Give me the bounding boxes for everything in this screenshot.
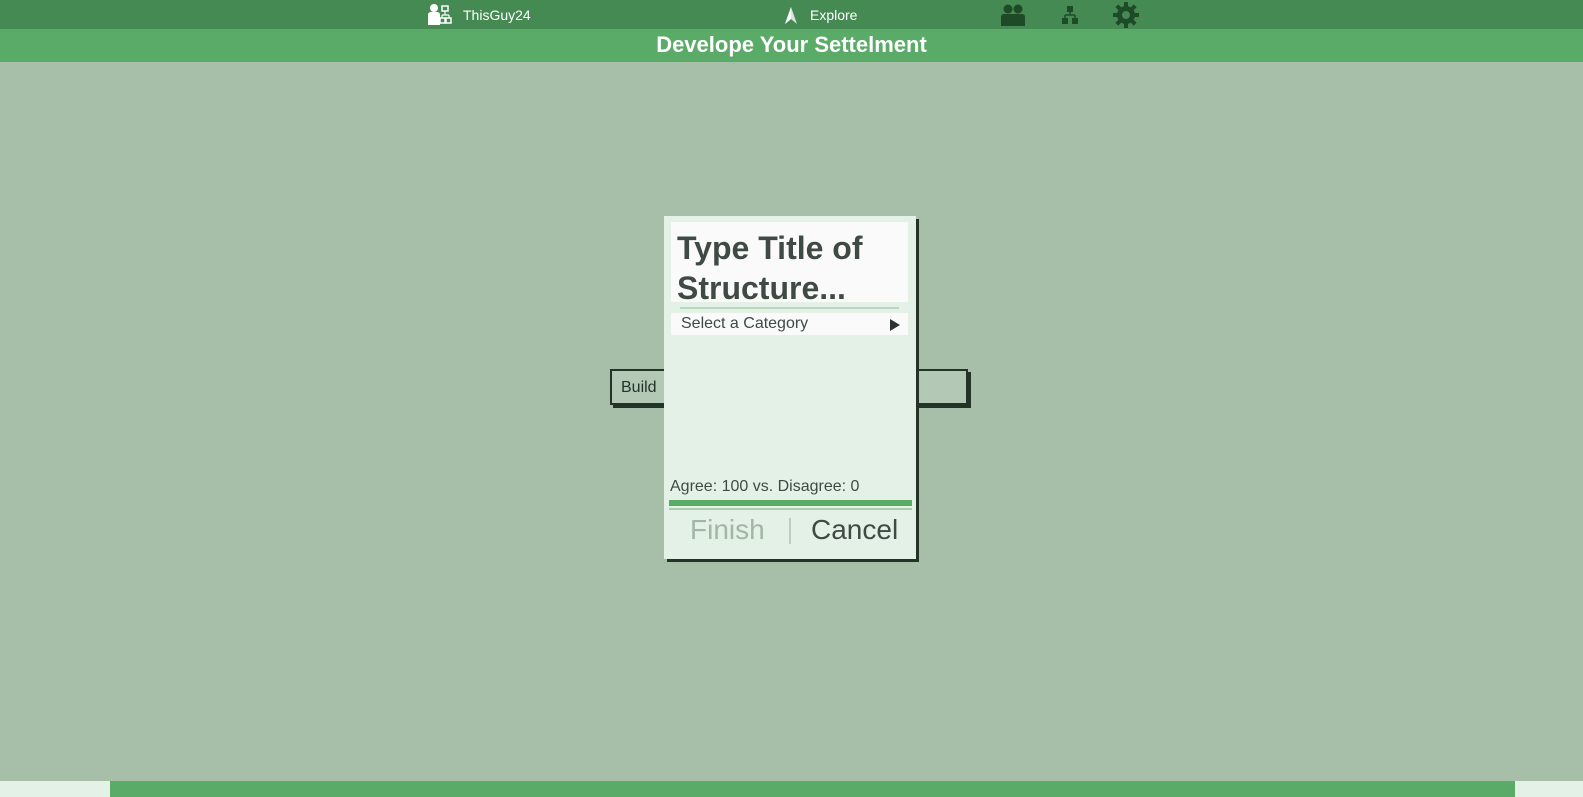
hierarchy-icon[interactable]	[1057, 2, 1083, 27]
vote-tally: Agree: 100 vs. Disagree: 0	[670, 478, 860, 495]
explore-icon	[782, 4, 800, 26]
category-select[interactable]: Select a Category	[671, 313, 908, 335]
divider	[680, 307, 899, 309]
category-select-label: Select a Category	[681, 315, 809, 332]
username-label: ThisGuy24	[463, 6, 531, 23]
divider	[669, 508, 912, 510]
user-network-icon	[427, 3, 453, 27]
explore-label: Explore	[810, 6, 858, 23]
build-label: Build	[621, 379, 657, 396]
footer-left	[0, 781, 110, 797]
explore-link[interactable]: Explore	[782, 0, 857, 29]
user-profile-link[interactable]: ThisGuy24	[427, 0, 531, 29]
arrow-right-icon	[890, 319, 900, 331]
gear-icon[interactable]	[1113, 1, 1139, 28]
agree-progress-bar	[669, 500, 912, 506]
finish-button[interactable]: Finish	[690, 514, 765, 546]
top-nav-bar: ThisGuy24 Explore	[0, 0, 1583, 29]
cancel-button[interactable]: Cancel	[811, 514, 898, 546]
footer-bar	[110, 781, 1515, 797]
create-structure-dialog: Type Title of Structure... Select a Cate…	[664, 216, 916, 559]
button-separator	[789, 518, 791, 544]
page-title: Develope Your Settelment	[0, 29, 1583, 62]
structure-title-input[interactable]: Type Title of Structure...	[671, 222, 908, 306]
people-icon[interactable]	[1000, 2, 1026, 27]
footer-right	[1515, 781, 1583, 797]
